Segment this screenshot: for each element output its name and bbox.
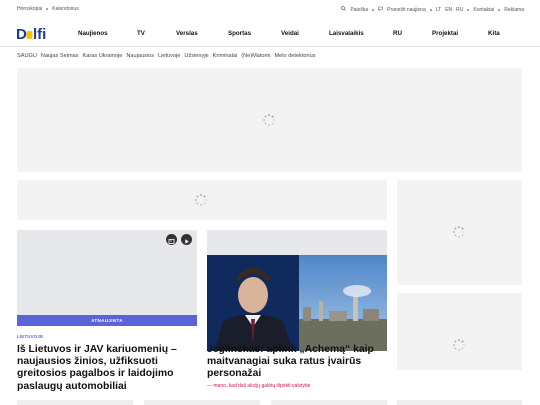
separator-dot xyxy=(372,8,375,11)
top-left-links: Horoskopai Kalendorius xyxy=(17,6,79,12)
nav-laisvalaikis[interactable]: Laisvalaikis xyxy=(329,30,364,37)
subnav-item[interactable]: Kriminalai xyxy=(213,53,238,59)
separator-dot xyxy=(46,8,49,10)
main-navbar: D lfi Naujienos TV Verslas Sportas Veida… xyxy=(0,20,540,47)
delfi-logo[interactable]: D lfi xyxy=(16,25,54,43)
nav-verslas[interactable]: Verslas xyxy=(176,30,198,37)
nav-ru[interactable]: RU xyxy=(393,30,402,37)
calendar-link[interactable]: Kalendorius xyxy=(52,6,78,12)
subnav-item[interactable]: (Ne)Matomi xyxy=(241,53,270,59)
article-headline[interactable]: Jeglinskas: aplink „Achemą“ kaip maitvan… xyxy=(207,344,389,381)
subnav-item[interactable]: Lietuvoje xyxy=(158,53,180,59)
contacts-link[interactable]: Kontaktai xyxy=(473,7,494,13)
horoscope-link[interactable]: Horoskopai xyxy=(17,6,42,12)
ad-sidebar-2 xyxy=(397,293,522,370)
report-news-link[interactable]: Pranešti naujieną xyxy=(387,7,426,13)
subnav-item[interactable]: Užsienyje xyxy=(184,53,208,59)
subnav-item[interactable]: Naujas Seimas xyxy=(41,53,79,59)
lang-en[interactable]: EN xyxy=(445,7,452,13)
nav-naujienos[interactable]: Naujienos xyxy=(78,30,108,37)
top-utility-bar: Horoskopai Kalendorius Paieška Pranešti … xyxy=(0,0,540,19)
ad-sidebar-1 xyxy=(397,180,522,285)
advertising-link[interactable]: Reklama xyxy=(504,7,524,13)
nav-kita[interactable]: Kita xyxy=(488,30,500,37)
nav-veidai[interactable]: Veidai xyxy=(281,30,299,37)
nav-sportas[interactable]: Sportas xyxy=(228,30,251,37)
loading-spinner-icon xyxy=(263,114,275,126)
subnav-item[interactable]: Melo detektorius xyxy=(274,53,315,59)
subnav-item[interactable]: Naujausios xyxy=(126,53,154,59)
article-photo[interactable] xyxy=(207,255,387,351)
lang-lt[interactable]: LT xyxy=(436,7,441,13)
next-card-placeholder xyxy=(271,400,387,405)
next-card-placeholder xyxy=(397,400,522,405)
loading-spinner-icon xyxy=(453,339,465,351)
play-icon[interactable] xyxy=(181,234,192,245)
svg-text:D: D xyxy=(16,26,27,42)
lang-ru[interactable]: RU xyxy=(456,7,463,13)
article-headline[interactable]: Iš Lietuvos ir JAV kariuomenių – naujaus… xyxy=(17,344,199,393)
nav-tv[interactable]: TV xyxy=(137,30,145,37)
next-card-placeholder xyxy=(144,400,260,405)
gallery-icon[interactable] xyxy=(166,234,177,245)
subnav-item[interactable]: Karas Ukrainoje xyxy=(83,53,123,59)
separator-dot xyxy=(429,8,432,11)
article-category-tag[interactable]: LIETUVOJE xyxy=(17,334,43,339)
updated-badge: ATNAUJINTA xyxy=(17,315,197,326)
svg-text:lfi: lfi xyxy=(33,26,46,42)
top-right-links: Paieška Pranešti naujieną LT EN RU Konta… xyxy=(341,6,524,13)
subnav-item[interactable]: SAUGU xyxy=(17,53,37,59)
ad-banner-mid xyxy=(17,180,387,220)
next-card-placeholder xyxy=(17,400,133,405)
search-link[interactable]: Paieška xyxy=(350,7,368,13)
loading-spinner-icon xyxy=(195,194,207,206)
ad-banner-top xyxy=(17,68,522,172)
search-icon[interactable] xyxy=(341,6,347,13)
separator-dot xyxy=(467,8,470,11)
report-icon[interactable] xyxy=(378,6,383,13)
loading-spinner-icon xyxy=(453,226,465,238)
article-subtitle: — mano, kad dalį akcijų galėtų išpirkti … xyxy=(207,383,311,389)
separator-dot xyxy=(498,8,501,11)
sub-navigation: SAUGU Naujas Seimas Karas Ukrainoje Nauj… xyxy=(17,53,316,59)
nav-projektai[interactable]: Projektai xyxy=(432,30,458,37)
